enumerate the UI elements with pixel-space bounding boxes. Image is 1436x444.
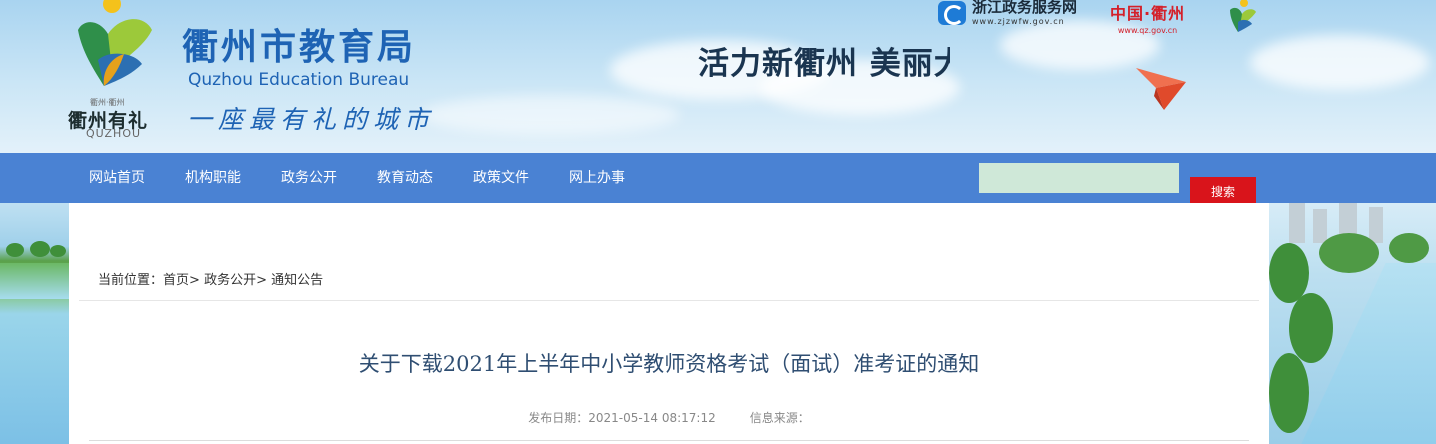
breadcrumb-separator: >	[189, 273, 200, 288]
publish-date: 2021-05-14 08:17:12	[588, 411, 716, 425]
breadcrumb-separator: >	[256, 273, 267, 288]
zjzwfw-logo-icon	[938, 1, 966, 25]
bureau-name-cn: 衢州市教育局	[182, 27, 417, 68]
bureau-slogan: 一座最有礼的城市	[187, 105, 436, 134]
publish-date-label: 发布日期：	[528, 411, 589, 425]
qz-emblem-icon	[1230, 0, 1256, 32]
right-scenery-image	[1269, 203, 1436, 444]
search-input[interactable]	[979, 163, 1179, 193]
banner-slogan-marquee: 活力新衢州 美丽大花园	[698, 38, 950, 88]
nav-item-policy-docs[interactable]: 政策文件	[473, 153, 529, 203]
qz-gov-link[interactable]: 中国·衢州 www.qz.gov.cn	[1110, 0, 1185, 35]
article-container: 当前位置：首页> 政务公开> 通知公告 关于下载2021年上半年中小学教师资格考…	[69, 203, 1269, 444]
qz-gov-name: 中国·衢州	[1110, 4, 1186, 23]
source-label: 信息来源：	[749, 411, 810, 425]
banner-slogan: 活力新衢州 美丽大花园	[698, 46, 950, 82]
breadcrumb-notices[interactable]: 通知公告	[271, 273, 323, 288]
article-meta: 发布日期：2021-05-14 08:17:12 信息来源：	[69, 409, 1269, 426]
zjzwfw-url: www.zjzwfw.gov.cn	[972, 17, 1065, 26]
search-button[interactable]: 搜索	[1190, 177, 1256, 205]
qz-gov-url: www.qz.gov.cn	[1117, 26, 1178, 35]
meta-divider	[89, 440, 1249, 441]
main-nav: 网站首页 机构职能 政务公开 教育动态 政策文件 网上办事 搜索	[0, 153, 1436, 205]
paper-plane-icon	[1136, 68, 1186, 110]
nav-item-edu-news[interactable]: 教育动态	[377, 153, 433, 203]
nav-item-organization[interactable]: 机构职能	[185, 153, 241, 203]
breadcrumb-divider	[79, 300, 1259, 301]
nav-item-gov-affairs[interactable]: 政务公开	[281, 153, 337, 203]
breadcrumb-gov-affairs[interactable]: 政务公开	[204, 273, 256, 288]
article-title: 关于下载2021年上半年中小学教师资格考试（面试）准考证的通知	[358, 352, 980, 376]
bureau-name-en: Quzhou Education Bureau	[188, 70, 410, 90]
breadcrumb: 当前位置：首页> 政务公开> 通知公告	[98, 269, 323, 288]
banner-cloud	[420, 95, 680, 135]
nav-item-home[interactable]: 网站首页	[89, 153, 145, 203]
site-header: 衢州·衢州 衢州有礼 QUZHOU 衢州市教育局 Quzhou Educatio…	[0, 0, 1436, 153]
zjzwfw-link[interactable]: 浙江政务服务网 www.zjzwfw.gov.cn	[938, 0, 1077, 26]
nav-item-online-service[interactable]: 网上办事	[569, 153, 625, 203]
breadcrumb-home[interactable]: 首页	[163, 273, 189, 288]
left-scenery-image	[0, 203, 69, 444]
zjzwfw-name: 浙江政务服务网	[972, 0, 1078, 16]
city-logo-en: QUZHOU	[86, 127, 142, 140]
breadcrumb-prefix: 当前位置：	[98, 273, 164, 288]
banner-cloud	[1250, 35, 1430, 90]
